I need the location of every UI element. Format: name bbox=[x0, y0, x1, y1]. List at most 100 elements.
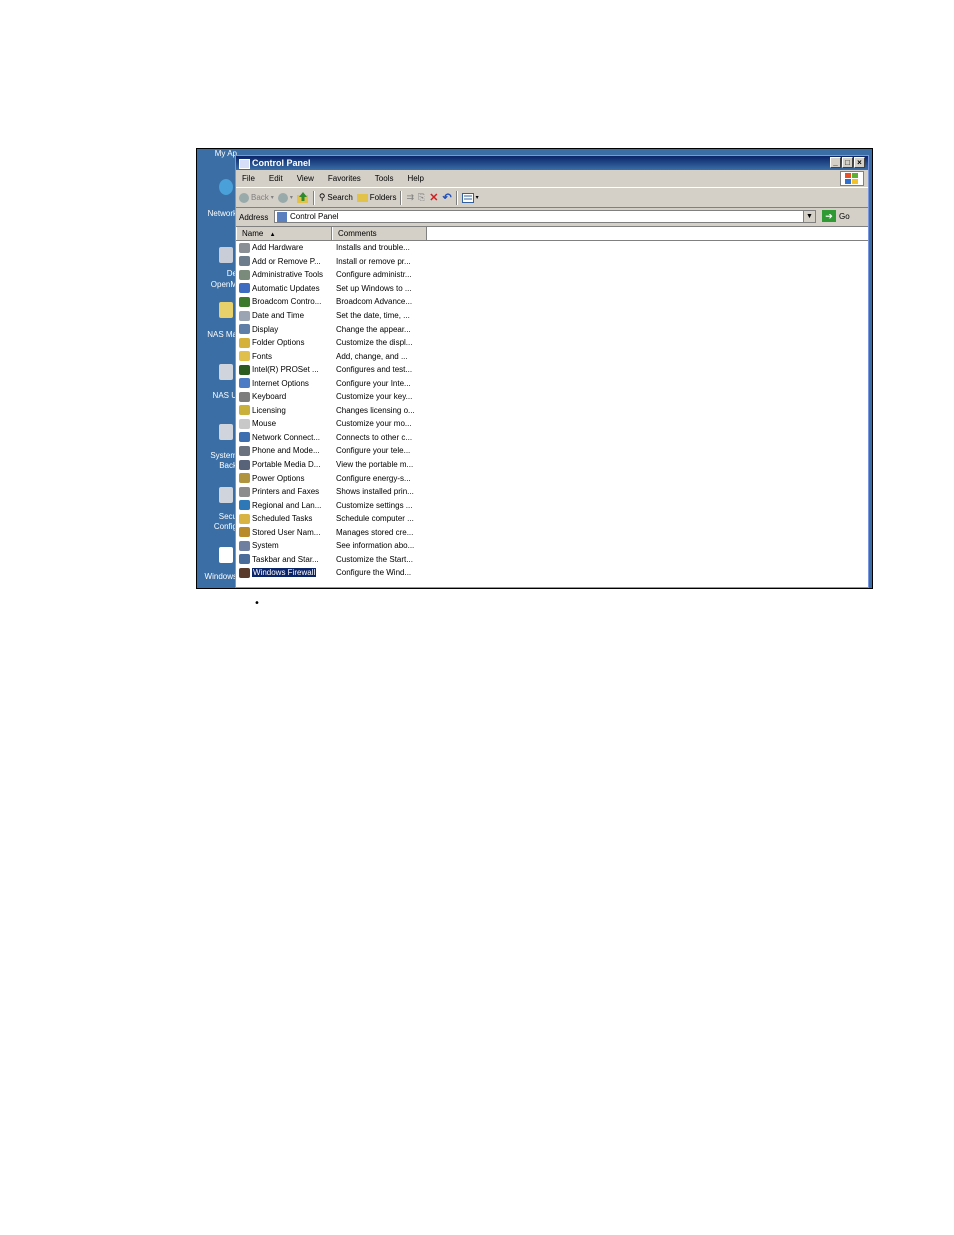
item-name-cell[interactable]: Network Connect... bbox=[236, 432, 332, 443]
network-desktop-icon[interactable] bbox=[219, 179, 233, 195]
list-item[interactable]: System See information abo... bbox=[236, 539, 868, 553]
menu-edit[interactable]: Edit bbox=[269, 174, 283, 183]
nas-manager-icon[interactable] bbox=[219, 302, 233, 318]
list-item[interactable]: Add or Remove P... Install or remove pr..… bbox=[236, 255, 868, 269]
list-item[interactable]: Network Connect... Connects to other c... bbox=[236, 431, 868, 445]
broadcom-icon bbox=[239, 296, 250, 307]
item-name-cell[interactable]: Date and Time bbox=[236, 310, 332, 321]
list-item[interactable]: Automatic Updates Set up Windows to ... bbox=[236, 282, 868, 296]
list-item[interactable]: Scheduled Tasks Schedule computer ... bbox=[236, 512, 868, 526]
search-icon: ⚲ bbox=[318, 192, 326, 202]
item-name-cell[interactable]: Add Hardware bbox=[236, 242, 332, 253]
item-name-cell[interactable]: Internet Options bbox=[236, 378, 332, 389]
list-item[interactable]: Intel(R) PROSet ... Configures and test..… bbox=[236, 363, 868, 377]
delete-button[interactable]: ✕ bbox=[429, 191, 438, 204]
item-name-cell[interactable]: Stored User Nam... bbox=[236, 527, 332, 538]
list-item[interactable]: Add Hardware Installs and trouble... bbox=[236, 241, 868, 255]
control-panel-icon bbox=[239, 159, 250, 169]
menu-file[interactable]: File bbox=[242, 174, 255, 183]
menu-help[interactable]: Help bbox=[407, 174, 423, 183]
list-item[interactable]: Display Change the appear... bbox=[236, 322, 868, 336]
search-button[interactable]: ⚲ Search bbox=[319, 192, 353, 203]
list-item[interactable]: Stored User Nam... Manages stored cre... bbox=[236, 525, 868, 539]
maximize-button[interactable]: □ bbox=[842, 157, 853, 168]
item-name-cell[interactable]: Intel(R) PROSet ... bbox=[236, 364, 332, 375]
item-name-cell[interactable]: Taskbar and Star... bbox=[236, 554, 332, 565]
item-name-cell[interactable]: Regional and Lan... bbox=[236, 500, 332, 511]
item-name-cell[interactable]: Portable Media D... bbox=[236, 459, 332, 470]
item-name-cell[interactable]: Keyboard bbox=[236, 391, 332, 402]
menu-view[interactable]: View bbox=[297, 174, 314, 183]
list-item[interactable]: Licensing Changes licensing o... bbox=[236, 404, 868, 418]
control-panel-window: Control Panel _ □ × File Edit View Favor… bbox=[235, 155, 869, 588]
undo-button[interactable]: ↶ bbox=[442, 191, 451, 204]
list-item[interactable]: Internet Options Configure your Inte... bbox=[236, 376, 868, 390]
item-name-cell[interactable]: Scheduled Tasks bbox=[236, 513, 332, 524]
chevron-down-icon: ▾ bbox=[475, 195, 479, 201]
list-item[interactable]: Date and Time Set the date, time, ... bbox=[236, 309, 868, 323]
back-button[interactable]: Back ▾ bbox=[239, 192, 274, 203]
item-name-cell[interactable]: Broadcom Contro... bbox=[236, 296, 332, 307]
item-name-cell[interactable]: Printers and Faxes bbox=[236, 486, 332, 497]
back-arrow-icon bbox=[239, 192, 249, 203]
item-name-cell[interactable]: Folder Options bbox=[236, 337, 332, 348]
list-item[interactable]: Regional and Lan... Customize settings ..… bbox=[236, 498, 868, 512]
item-name-cell[interactable]: Phone and Mode... bbox=[236, 445, 332, 456]
go-button[interactable]: ➔ Go bbox=[822, 210, 850, 222]
desktop-label: Back bbox=[219, 461, 237, 470]
list-item[interactable]: Broadcom Contro... Broadcom Advance... bbox=[236, 295, 868, 309]
column-name-label: Name bbox=[242, 229, 264, 238]
title-bar[interactable]: Control Panel _ □ × bbox=[236, 156, 868, 170]
item-name-cell[interactable]: System bbox=[236, 540, 332, 551]
item-name: Display bbox=[252, 324, 279, 334]
column-header-name[interactable]: Name ▲ bbox=[236, 227, 332, 240]
security-config-icon[interactable] bbox=[219, 487, 233, 503]
copy-to-button[interactable]: ⎘ bbox=[418, 192, 425, 203]
item-name-cell[interactable]: Windows Firewall bbox=[236, 567, 332, 578]
address-input[interactable]: Control Panel ▼ bbox=[274, 210, 816, 223]
list-item[interactable]: Folder Options Customize the displ... bbox=[236, 336, 868, 350]
folders-button[interactable]: Folders bbox=[356, 193, 396, 202]
list-item[interactable]: Taskbar and Star... Customize the Start..… bbox=[236, 553, 868, 567]
system-backup-icon[interactable] bbox=[219, 424, 233, 440]
list-item[interactable]: Fonts Add, change, and ... bbox=[236, 349, 868, 363]
up-folder-button[interactable] bbox=[296, 192, 309, 203]
forward-button[interactable]: ▾ bbox=[277, 192, 293, 203]
list-item[interactable]: Keyboard Customize your key... bbox=[236, 390, 868, 404]
fonts-icon bbox=[239, 351, 250, 362]
menu-tools[interactable]: Tools bbox=[375, 174, 394, 183]
item-name-cell[interactable]: Mouse bbox=[236, 418, 332, 429]
minimize-button[interactable]: _ bbox=[830, 157, 841, 168]
list-item[interactable]: Phone and Mode... Configure your tele... bbox=[236, 444, 868, 458]
admin-tools-icon bbox=[239, 269, 250, 280]
move-to-button[interactable]: ⇉ bbox=[406, 192, 414, 203]
item-comment: Configure your Inte... bbox=[336, 378, 411, 388]
item-comment: Change the appear... bbox=[336, 324, 411, 334]
shortcut-icon[interactable] bbox=[219, 247, 233, 263]
list-item[interactable]: Printers and Faxes Shows installed prin..… bbox=[236, 485, 868, 499]
list-item[interactable]: Power Options Configure energy-s... bbox=[236, 471, 868, 485]
bullet-point: • bbox=[254, 598, 260, 609]
item-name: Date and Time bbox=[252, 311, 305, 320]
item-name-cell[interactable]: Fonts bbox=[236, 351, 332, 362]
column-header-comments[interactable]: Comments bbox=[332, 227, 427, 240]
item-comment: Customize your key... bbox=[336, 392, 413, 402]
list-item[interactable]: Mouse Customize your mo... bbox=[236, 417, 868, 431]
windows-update-icon[interactable] bbox=[219, 547, 233, 563]
views-button[interactable]: ▾ bbox=[461, 192, 479, 203]
keyboard-icon bbox=[239, 391, 250, 402]
list-item[interactable]: Windows Firewall Configure the Wind... bbox=[236, 566, 868, 580]
item-name-cell[interactable]: Display bbox=[236, 324, 332, 335]
chevron-down-icon[interactable]: ▼ bbox=[803, 211, 815, 222]
item-name-cell[interactable]: Licensing bbox=[236, 405, 332, 416]
item-name-cell[interactable]: Administrative Tools bbox=[236, 269, 332, 280]
item-name-cell[interactable]: Add or Remove P... bbox=[236, 256, 332, 267]
list-item[interactable]: Administrative Tools Configure administr.… bbox=[236, 268, 868, 282]
menu-favorites[interactable]: Favorites bbox=[328, 174, 361, 183]
close-button[interactable]: × bbox=[854, 157, 865, 168]
item-name-cell[interactable]: Automatic Updates bbox=[236, 283, 332, 294]
list-item[interactable]: Portable Media D... View the portable m..… bbox=[236, 458, 868, 472]
nas-utility-icon[interactable] bbox=[219, 364, 233, 380]
item-name-cell[interactable]: Power Options bbox=[236, 473, 332, 484]
taskbar-icon bbox=[239, 554, 250, 565]
